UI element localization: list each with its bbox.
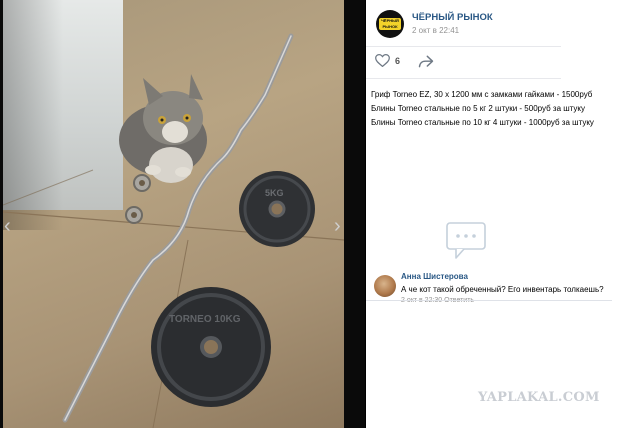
comment-author-link[interactable]: Анна Шистерова — [401, 272, 468, 281]
group-avatar[interactable]: ЧЁРНЫЙ РЫНОК — [376, 10, 404, 38]
post-panel: ЧЁРНЫЙ РЫНОК ЧЁРНЫЙ РЫНОК 2 окт в 22:41 … — [366, 0, 604, 304]
cat-pupil-left — [160, 118, 164, 122]
photo-viewer: 5KG TORNEO 10KG ‹ › — [0, 0, 365, 428]
post-text-line: Блины Torneo стальные по 10 кг 4 штуки -… — [371, 118, 594, 127]
plate-10kg-hole — [200, 336, 222, 358]
comment-author-avatar[interactable] — [374, 275, 396, 297]
cat-paw — [145, 165, 161, 175]
photo-scene: 5KG TORNEO 10KG — [3, 33, 344, 428]
panel-edge — [561, 0, 640, 302]
black-market-logo: ЧЁРНЫЙ РЫНОК — [379, 18, 401, 30]
group-name-link[interactable]: ЧЁРНЫЙ РЫНОК — [412, 12, 493, 23]
site-watermark: YAPLAKAL.COM — [478, 390, 600, 405]
comment-text: А че кот такой обреченный? Его инвентарь… — [401, 285, 604, 294]
like-count: 6 — [395, 55, 401, 66]
plate-5kg-hole — [268, 200, 286, 218]
heart-icon — [375, 54, 390, 67]
cat-muzzle — [162, 121, 188, 143]
chevron-right-icon[interactable]: › — [334, 214, 346, 238]
chevron-left-icon[interactable]: ‹ — [4, 214, 16, 238]
plate-10kg-label: TORNEO 10KG — [169, 314, 241, 325]
cat-ear-right — [189, 74, 203, 100]
post-photo[interactable]: 5KG TORNEO 10KG — [3, 0, 344, 428]
plate-5kg-label: 5KG — [265, 188, 284, 198]
post-date[interactable]: 2 окт в 22:41 — [412, 26, 459, 35]
post-text-line: Гриф Torneo EZ, 30 х 1200 мм с замками г… — [371, 90, 593, 99]
cat-chest — [149, 147, 193, 183]
share-arrow-icon — [418, 55, 434, 68]
like-button[interactable]: 6 — [375, 54, 400, 67]
divider — [366, 78, 561, 79]
panel-bottom — [366, 302, 640, 428]
divider — [366, 46, 561, 47]
comments-icon — [446, 222, 486, 265]
collar-nut-hole — [139, 180, 145, 186]
divider — [366, 300, 612, 301]
collar-nut-hole — [131, 212, 137, 218]
post-text-line: Блины Torneo стальные по 5 кг 2 штуки - … — [371, 104, 586, 113]
cardboard-seam — [3, 169, 94, 206]
cat-pupil-right — [185, 116, 189, 120]
post-text: Гриф Torneo EZ, 30 х 1200 мм с замками г… — [371, 88, 611, 130]
cat-paw — [175, 167, 191, 177]
share-button[interactable] — [418, 55, 434, 73]
